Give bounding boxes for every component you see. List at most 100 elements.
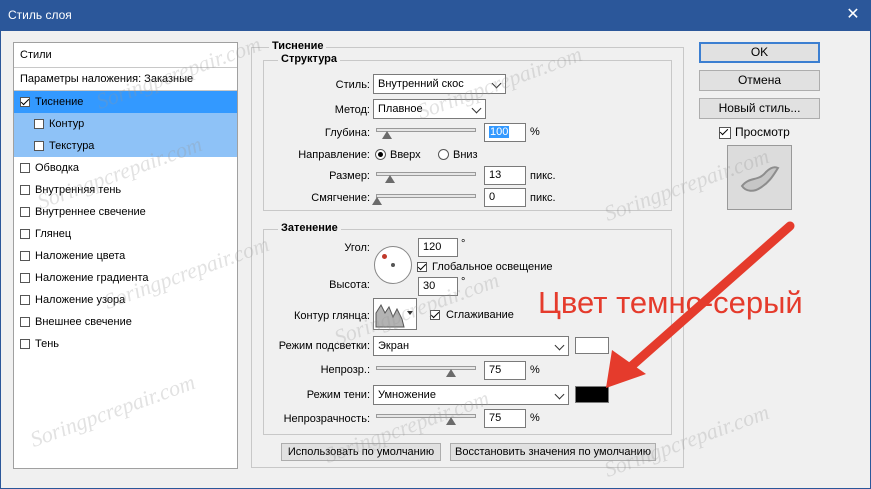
technique-select[interactable]: Плавное [373,99,486,119]
style-item-label: Обводка [35,162,80,174]
checkbox-contour[interactable] [34,119,44,129]
angle-label: Угол: [344,242,370,254]
depth-input[interactable]: 100 [484,123,526,142]
size-slider[interactable] [376,172,476,183]
style-item-label: Внешнее свечение [35,316,132,328]
soften-slider-thumb[interactable] [372,197,382,205]
checkbox-pattern-overlay[interactable] [20,295,30,305]
size-slider-thumb[interactable] [384,175,395,183]
gloss-contour-label: Контур глянца: [293,310,370,322]
gloss-contour-preview-icon [375,303,405,328]
style-item-pattern-overlay[interactable]: Наложение узора [14,289,237,311]
style-item-texture[interactable]: Текстура [14,135,237,157]
direction-down-label: Вниз [453,149,478,161]
checkbox-gradient-overlay[interactable] [20,273,30,283]
checkbox-stroke[interactable] [20,163,30,173]
highlight-opacity-label: Непрозр.: [320,364,370,376]
shadow-opacity-value: 75 [489,412,502,424]
shading-title: Затенение [278,222,341,234]
ok-button[interactable]: OK [699,42,820,63]
style-item-label: Внутренняя тень [35,184,122,196]
checkbox-inner-shadow[interactable] [20,185,30,195]
style-item-contour[interactable]: Контур [14,113,237,135]
depth-slider[interactable] [376,128,476,139]
angle-dial-center [391,263,395,267]
angle-dial[interactable] [374,246,412,284]
direction-down-radio[interactable] [438,149,449,160]
chevron-down-icon [471,103,482,114]
soften-slider[interactable] [372,194,476,205]
angle-input[interactable]: 120 [418,238,458,257]
style-item-outer-glow[interactable]: Внешнее свечение [14,311,237,333]
style-item-stroke[interactable]: Обводка [14,157,237,179]
style-item-bevel[interactable]: Тиснение [14,91,237,113]
angle-dial-dot [382,254,387,259]
style-item-label: Наложение цвета [35,250,126,262]
checkbox-texture[interactable] [34,141,44,151]
altitude-input[interactable]: 30 [418,277,458,296]
shadow-opacity-slider[interactable] [376,414,476,425]
blend-options-item[interactable]: Параметры наложения: Заказные [14,68,237,91]
style-item-label: Внутреннее свечение [35,206,146,218]
checkbox-satin[interactable] [20,229,30,239]
highlight-opacity-value: 75 [489,364,502,376]
technique-label: Метод: [334,104,370,116]
shadow-mode-select[interactable]: Умножение [373,385,569,405]
shadow-opacity-thumb[interactable] [445,417,456,425]
style-item-label: Глянец [35,228,72,240]
checkbox-color-overlay[interactable] [20,251,30,261]
preview-thumbnail [727,145,792,210]
depth-slider-thumb[interactable] [381,131,392,139]
annotation-text: Цвет темно-серый [538,285,803,320]
angle-degree: ° [461,238,466,250]
altitude-degree: ° [461,276,466,288]
checkbox-inner-glow[interactable] [20,207,30,217]
reset-default-button[interactable]: Восстановить значения по умолчанию [450,443,656,461]
cancel-button[interactable]: Отмена [699,70,820,91]
window-title: Стиль слоя [8,8,72,22]
checkbox-drop-shadow[interactable] [20,339,30,349]
antialias-checkbox[interactable] [430,310,440,320]
size-unit: пикс. [530,170,556,182]
highlight-opacity-thumb[interactable] [445,369,456,377]
highlight-opacity-slider[interactable] [376,366,476,377]
style-item-inner-shadow[interactable]: Внутренняя тень [14,179,237,201]
style-item-gradient-overlay[interactable]: Наложение градиента [14,267,237,289]
style-item-satin[interactable]: Глянец [14,223,237,245]
title-bar: Стиль слоя ✕ [0,0,871,30]
structure-title: Структура [278,53,340,65]
checkbox-outer-glow[interactable] [20,317,30,327]
shadow-opacity-input[interactable]: 75 [484,409,526,428]
style-select-value: Внутренний скос [378,78,464,90]
size-input[interactable]: 13 [484,166,526,185]
styles-list: Стили Параметры наложения: Заказные Тисн… [13,42,238,469]
style-item-inner-glow[interactable]: Внутреннее свечение [14,201,237,223]
highlight-color-swatch[interactable] [575,337,609,354]
antialias-label: Сглаживание [446,309,514,321]
style-item-drop-shadow[interactable]: Тень [14,333,237,355]
highlight-opacity-input[interactable]: 75 [484,361,526,380]
checkbox-bevel[interactable] [20,97,30,107]
shadow-color-swatch[interactable] [575,386,609,403]
bevel-title: Тиснение [269,40,327,52]
gloss-contour-picker[interactable] [373,298,417,330]
angle-input-value: 120 [423,241,442,253]
soften-input[interactable]: 0 [484,188,526,207]
global-light-checkbox[interactable] [417,262,427,272]
highlight-opacity-unit: % [530,364,540,376]
style-item-color-overlay[interactable]: Наложение цвета [14,245,237,267]
soften-unit: пикс. [530,192,556,204]
soften-label: Смягчение: [311,192,370,204]
global-light-label: Глобальное освещение [432,261,553,273]
new-style-button[interactable]: Новый стиль... [699,98,820,119]
make-default-button[interactable]: Использовать по умолчанию [281,443,441,461]
style-item-label: Наложение узора [35,294,126,306]
style-select[interactable]: Внутренний скос [373,74,506,94]
preview-checkbox[interactable] [719,127,731,139]
shadow-mode-value: Умножение [378,389,436,401]
direction-up-radio[interactable] [375,149,386,160]
highlight-mode-label: Режим подсветки: [278,340,370,352]
styles-header[interactable]: Стили [14,43,237,68]
close-icon[interactable]: ✕ [841,4,865,26]
highlight-mode-select[interactable]: Экран [373,336,569,356]
